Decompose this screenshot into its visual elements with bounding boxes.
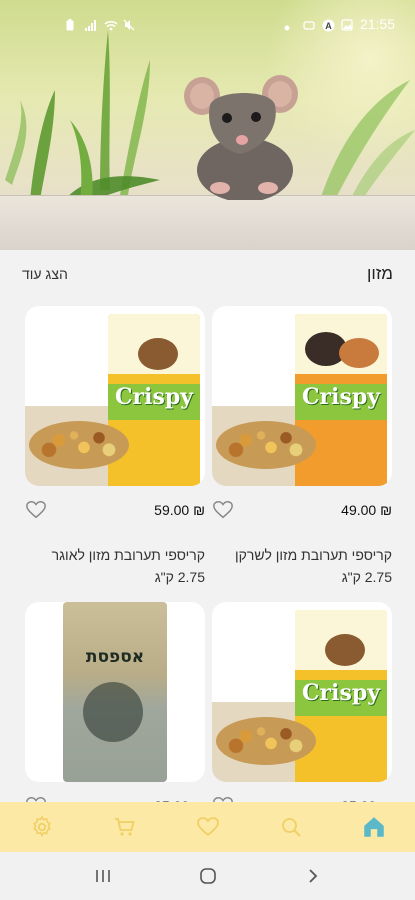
favorite-heart-icon[interactable]: [212, 499, 234, 521]
nav-settings[interactable]: [22, 807, 62, 847]
hero-banner: A 21:55: [0, 0, 415, 250]
product-card[interactable]: Crispy ₪ 59.00 קריספי תערובת מזון לאוגר …: [25, 306, 205, 588]
nav-favorites[interactable]: [188, 807, 228, 847]
dot-icon: [284, 19, 295, 30]
product-image[interactable]: אספסת: [25, 602, 205, 782]
svg-text:A: A: [325, 20, 332, 30]
brand-word: Crispy: [301, 384, 380, 410]
brand-word: Crispy: [301, 680, 380, 706]
search-icon: [281, 818, 301, 837]
nav-cart[interactable]: [105, 807, 145, 847]
mute-icon: [123, 19, 135, 30]
product-price: ₪ 49.00: [341, 502, 392, 518]
back-chevron-icon: [308, 869, 317, 883]
product-image[interactable]: Crispy: [212, 602, 392, 782]
wifi-icon: [104, 19, 118, 30]
signal-icon: [85, 19, 96, 31]
grass-decoration: [5, 30, 160, 210]
favorite-heart-icon[interactable]: [25, 499, 47, 521]
nav-search[interactable]: [271, 807, 311, 847]
show-more-link[interactable]: הצג עוד: [22, 266, 68, 282]
back-button[interactable]: [295, 858, 331, 894]
product-price: ₪ 59.00: [154, 502, 205, 518]
heart-icon: [196, 817, 219, 837]
settings-icon: [32, 815, 51, 837]
product-card[interactable]: Crispy ₪ 25.00: [212, 602, 392, 818]
home-icon: [363, 817, 384, 837]
nav-home[interactable]: [354, 807, 394, 847]
battery-icon: [66, 18, 77, 30]
gallery-icon: [341, 18, 353, 31]
product-name[interactable]: קריספי תערובת מזון לאוגר 2.75 ק"ג: [25, 544, 205, 588]
recents-icon: [95, 870, 110, 882]
status-bar: A 21:55: [0, 0, 415, 48]
cart-icon: [114, 818, 135, 836]
product-card[interactable]: Crispy ₪ 49.00 קריספי תערובת מזון לשרקן …: [212, 306, 392, 588]
product-name[interactable]: קריספי תערובת מזון לשרקן 2.75 ק"ג: [212, 544, 392, 588]
bottom-navigation: [0, 802, 415, 852]
home-button[interactable]: [190, 858, 226, 894]
recents-button[interactable]: [85, 858, 121, 894]
messages-icon: [303, 19, 315, 30]
product-card[interactable]: אספסת ₪ 25.00: [25, 602, 205, 818]
home-circle-icon: [199, 868, 216, 884]
bag-label: אספסת: [85, 647, 145, 667]
product-image[interactable]: Crispy: [212, 306, 392, 486]
brand-word: Crispy: [114, 384, 193, 410]
stone-ledge: [0, 195, 415, 250]
section-header: הצג עוד מזון: [0, 258, 415, 290]
mouse-illustration: [184, 75, 298, 200]
status-time: 21:55: [359, 16, 395, 32]
product-image[interactable]: Crispy: [25, 306, 205, 486]
section-title: מזון: [366, 264, 393, 283]
system-navigation: [0, 852, 415, 900]
app-a-icon: A: [322, 19, 335, 31]
